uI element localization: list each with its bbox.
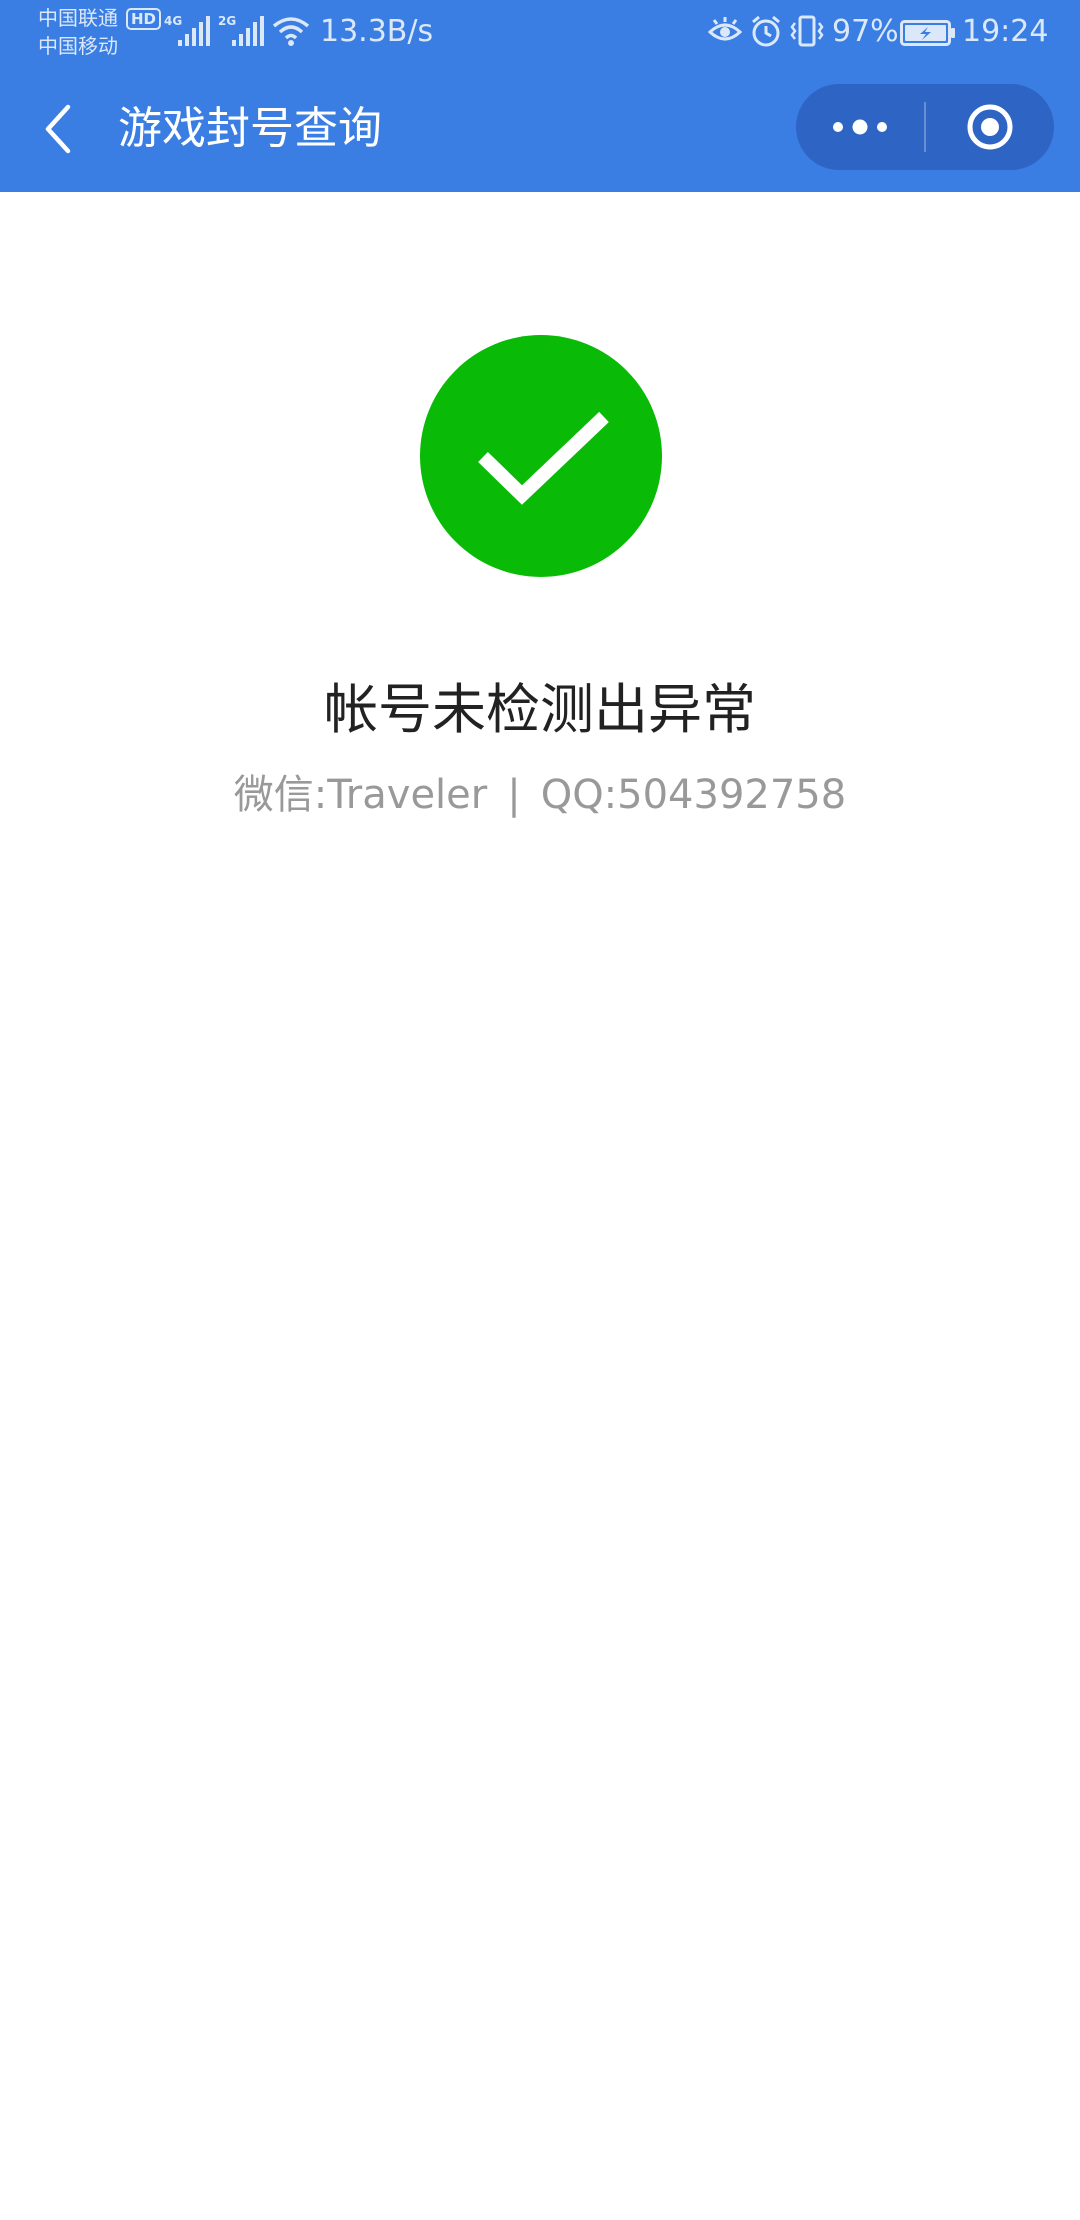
carrier-1: 中国联通 bbox=[38, 6, 118, 30]
signal-icon bbox=[178, 16, 210, 46]
header: 中国联通 中国移动 HD 4G 2G 13.3B/s 97% 19:24 游戏封… bbox=[0, 0, 1080, 192]
back-button[interactable] bbox=[30, 96, 86, 162]
close-miniprogram-button[interactable] bbox=[926, 84, 1054, 170]
target-circle-icon bbox=[967, 104, 1013, 150]
wechat-label: 微信:Traveler bbox=[233, 772, 488, 818]
alarm-icon bbox=[752, 15, 780, 47]
success-check-icon bbox=[420, 335, 662, 577]
more-dots-icon bbox=[833, 119, 887, 135]
page-title: 游戏封号查询 bbox=[118, 103, 382, 154]
hd-badge: HD bbox=[126, 8, 162, 30]
chevron-left-icon bbox=[45, 104, 71, 154]
net-speed: 13.3B/s bbox=[320, 14, 434, 49]
result-title: 帐号未检测出异常 bbox=[324, 678, 756, 741]
qq-label: QQ:504392758 bbox=[540, 772, 847, 818]
signal-icon bbox=[232, 16, 264, 46]
carrier-names: 中国联通 中国移动 bbox=[38, 4, 118, 60]
clock: 19:24 bbox=[962, 14, 1049, 49]
separator: | bbox=[507, 772, 521, 818]
battery-charging-icon bbox=[900, 20, 955, 46]
checkmark-icon bbox=[478, 411, 609, 505]
wifi-icon bbox=[272, 17, 310, 46]
more-button[interactable] bbox=[796, 84, 924, 170]
account-info: 微信:Traveler | QQ:504392758 bbox=[0, 765, 1080, 825]
vibrate-icon bbox=[790, 15, 824, 47]
battery-percent: 97% bbox=[832, 14, 899, 49]
miniprogram-capsule bbox=[796, 84, 1054, 170]
carrier-2: 中国移动 bbox=[38, 34, 118, 58]
eye-icon bbox=[708, 17, 742, 41]
status-bar: 中国联通 中国移动 HD 4G 2G 13.3B/s 97% 19:24 bbox=[0, 0, 1080, 64]
